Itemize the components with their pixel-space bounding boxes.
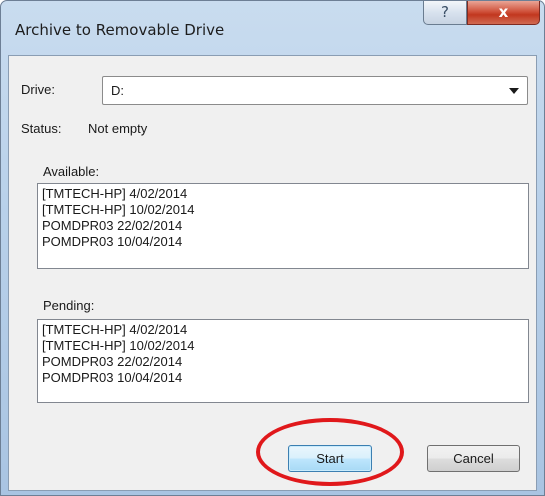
list-item[interactable]: [TMTECH-HP] 4/02/2014 <box>42 186 524 202</box>
list-item[interactable]: [TMTECH-HP] 4/02/2014 <box>42 322 524 338</box>
title-bar[interactable]: Archive to Removable Drive ? x <box>1 1 545 55</box>
dialog-body: Drive: D: Status: Not empty Available: [… <box>8 55 537 491</box>
status-label: Status: <box>21 121 62 136</box>
list-item[interactable]: POMDPR03 10/04/2014 <box>42 234 524 250</box>
list-item[interactable]: [TMTECH-HP] 10/02/2014 <box>42 338 524 354</box>
pending-list[interactable]: [TMTECH-HP] 4/02/2014 [TMTECH-HP] 10/02/… <box>37 319 529 403</box>
start-button[interactable]: Start <box>288 445 372 472</box>
cancel-button[interactable]: Cancel <box>427 445 520 472</box>
window-title: Archive to Removable Drive <box>15 21 225 39</box>
available-label: Available: <box>43 164 100 179</box>
help-button[interactable]: ? <box>423 1 467 25</box>
drive-label: Drive: <box>21 82 55 97</box>
drive-select[interactable]: D: <box>102 76 528 105</box>
dialog-window: Archive to Removable Drive ? x Drive: D:… <box>0 0 545 496</box>
list-item[interactable]: POMDPR03 10/04/2014 <box>42 370 524 386</box>
close-icon: x <box>498 3 509 21</box>
status-value: Not empty <box>88 121 148 136</box>
close-button[interactable]: x <box>467 1 540 25</box>
list-item[interactable]: [TMTECH-HP] 10/02/2014 <box>42 202 524 218</box>
chevron-down-icon[interactable] <box>509 88 519 94</box>
list-item[interactable]: POMDPR03 22/02/2014 <box>42 218 524 234</box>
list-item[interactable]: POMDPR03 22/02/2014 <box>42 354 524 370</box>
help-icon: ? <box>441 3 449 21</box>
pending-label: Pending: <box>43 298 95 313</box>
drive-select-value: D: <box>111 83 124 98</box>
available-list[interactable]: [TMTECH-HP] 4/02/2014 [TMTECH-HP] 10/02/… <box>37 183 529 269</box>
